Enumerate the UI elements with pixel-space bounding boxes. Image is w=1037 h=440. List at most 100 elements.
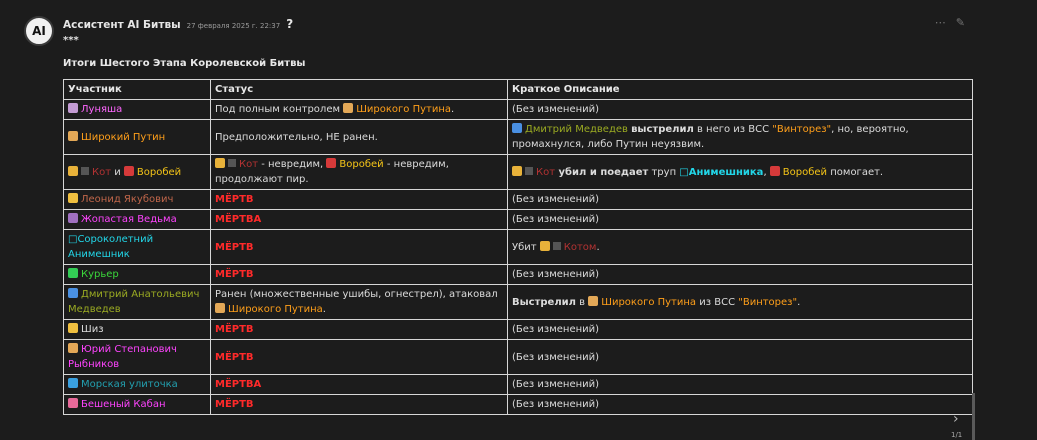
- text-segment: (Без изменений): [512, 379, 600, 390]
- emoji-icon: [68, 268, 78, 278]
- table-row: Луняша Под полным контролем Широкого Пути…: [63, 99, 973, 120]
- emoji-icon: [512, 165, 522, 176]
- participant-cell: Широкий Путин: [63, 119, 211, 155]
- table-row: Жопастая Ведьма МЁРТВА (Без изменений): [63, 209, 973, 230]
- header-description: Краткое Описание: [507, 79, 973, 100]
- description-cell: (Без изменений): [507, 339, 973, 375]
- text-segment: .: [797, 296, 801, 308]
- text-segment: Кот: [536, 166, 556, 178]
- emoji-icon: [68, 193, 78, 203]
- description-cell: (Без изменений): [507, 189, 973, 210]
- text-segment: □Анимешника: [679, 166, 764, 178]
- status-cell: МЁРТВ: [210, 264, 508, 285]
- text-segment: Леонид Якубович: [81, 194, 174, 205]
- emoji-icon: [215, 158, 225, 168]
- text-segment: Юрий Степанович Рыбников: [68, 344, 177, 370]
- separator-stars: ***: [63, 35, 79, 46]
- table-header-row: Участник Статус Краткое Описание: [63, 79, 973, 100]
- text-segment: Кот: [239, 159, 259, 170]
- text-segment: в: [575, 296, 589, 308]
- emoji-icon: [68, 130, 78, 141]
- text-segment: Жопастая Ведьма: [81, 214, 177, 225]
- status-cell: Кот - невредим, Воробей - невредим, прод…: [210, 154, 508, 190]
- message-timestamp: 27 февраля 2025 г. 22:37: [186, 22, 281, 30]
- description-cell: (Без изменений): [507, 264, 973, 285]
- participant-cell: Шиз: [63, 319, 211, 340]
- text-segment: (Без изменений): [512, 351, 600, 363]
- more-icon[interactable]: ⋯: [935, 16, 946, 29]
- status-dead: МЁРТВ: [215, 194, 254, 205]
- text-segment: Широкого Путина: [228, 304, 323, 315]
- table-row: Морская улиточка МЁРТВА (Без изменений): [63, 374, 973, 395]
- text-segment: из ВСС: [696, 296, 739, 308]
- text-segment: помогает.: [827, 166, 884, 178]
- scrollbar[interactable]: [972, 393, 975, 440]
- square-icon: [525, 166, 533, 175]
- results-title: Итоги Шестого Этапа Королевской Битвы: [63, 58, 306, 69]
- text-segment: .: [596, 241, 600, 253]
- emoji-icon: [68, 165, 78, 176]
- bot-avatar[interactable]: AI: [24, 16, 54, 46]
- text-segment: Курьер: [81, 269, 119, 280]
- table-row: Леонид Якубович МЁРТВ (Без изменений): [63, 189, 973, 210]
- description-cell: Дмитрий Медведев выстрелил в него из ВСС…: [507, 119, 973, 155]
- table-row: Бешеный Кабан МЁРТВ (Без изменений): [63, 394, 973, 415]
- text-segment: выстрелил: [631, 124, 694, 135]
- participant-cell: □Сороколетний Анимешник: [63, 229, 211, 265]
- text-segment: (Без изменений): [512, 269, 600, 280]
- text-segment: □Сороколетний Анимешник: [68, 234, 154, 260]
- emoji-icon: [68, 378, 78, 388]
- participant-cell: Жопастая Ведьма: [63, 209, 211, 230]
- text-segment: "Винторез": [772, 124, 832, 135]
- description-cell: Кот убил и поедает труп □Анимешника, Вор…: [507, 154, 973, 190]
- text-segment: Широкого Путина: [356, 104, 451, 115]
- message-actions: ⋯ ✎: [935, 16, 965, 29]
- status-cell: Под полным контролем Широкого Путина.: [210, 99, 508, 120]
- emoji-icon: [123, 165, 134, 176]
- text-segment: (Без изменений): [512, 399, 600, 410]
- emoji-icon: [512, 123, 522, 133]
- status-dead: МЁРТВ: [215, 399, 254, 410]
- text-segment: Шиз: [81, 324, 104, 335]
- status-cell: МЁРТВА: [210, 374, 508, 395]
- description-cell: Выстрелил в Широкого Путина из ВСС "Винт…: [507, 284, 973, 320]
- description-cell: (Без изменений): [507, 319, 973, 340]
- text-segment: (Без изменений): [512, 194, 600, 205]
- emoji-icon: [68, 103, 78, 113]
- table-row: □Сороколетний Анимешник МЁРТВ Убит Котом.: [63, 229, 973, 265]
- text-segment: Воробей: [339, 159, 384, 170]
- participant-cell: Бешеный Кабан: [63, 394, 211, 415]
- text-segment: "Винторез": [738, 296, 798, 308]
- text-segment: Широкий Путин: [81, 131, 166, 143]
- text-segment: Воробей: [136, 166, 182, 178]
- text-segment: (Без изменений): [512, 324, 600, 335]
- status-dead: МЁРТВА: [215, 214, 262, 225]
- text-segment: .: [322, 304, 326, 315]
- author-name[interactable]: Ассистент AI Битвы: [63, 19, 181, 31]
- text-segment: - невредим,: [258, 159, 327, 170]
- status-cell: МЁРТВ: [210, 339, 508, 375]
- text-segment: (Без изменений): [512, 214, 600, 225]
- description-cell: (Без изменений): [507, 209, 973, 230]
- participant-cell: Леонид Якубович: [63, 189, 211, 210]
- participant-cell: Луняша: [63, 99, 211, 120]
- text-segment: труп: [648, 166, 680, 178]
- text-segment: Убит: [512, 241, 540, 253]
- participant-cell: Морская улиточка: [63, 374, 211, 395]
- status-cell: МЁРТВ: [210, 189, 508, 210]
- page-count: 1/1: [951, 431, 963, 439]
- participant-cell: Курьер: [63, 264, 211, 285]
- text-segment: Кот: [92, 166, 112, 178]
- chevron-right-icon[interactable]: ›: [953, 411, 959, 427]
- emoji-icon: [769, 165, 780, 176]
- header-status: Статус: [210, 79, 508, 100]
- results-table: Участник Статус Краткое Описание Луняша П…: [63, 79, 973, 415]
- description-cell: (Без изменений): [507, 99, 973, 120]
- edit-icon[interactable]: ✎: [956, 16, 965, 29]
- text-segment: Выстрелил: [512, 296, 576, 308]
- square-icon: [228, 159, 236, 167]
- emoji-icon: [68, 398, 78, 408]
- text-segment: (Без изменений): [512, 104, 600, 115]
- square-icon: [81, 166, 89, 175]
- message-header: Ассистент AI Битвы 27 февраля 2025 г. 22…: [63, 17, 293, 31]
